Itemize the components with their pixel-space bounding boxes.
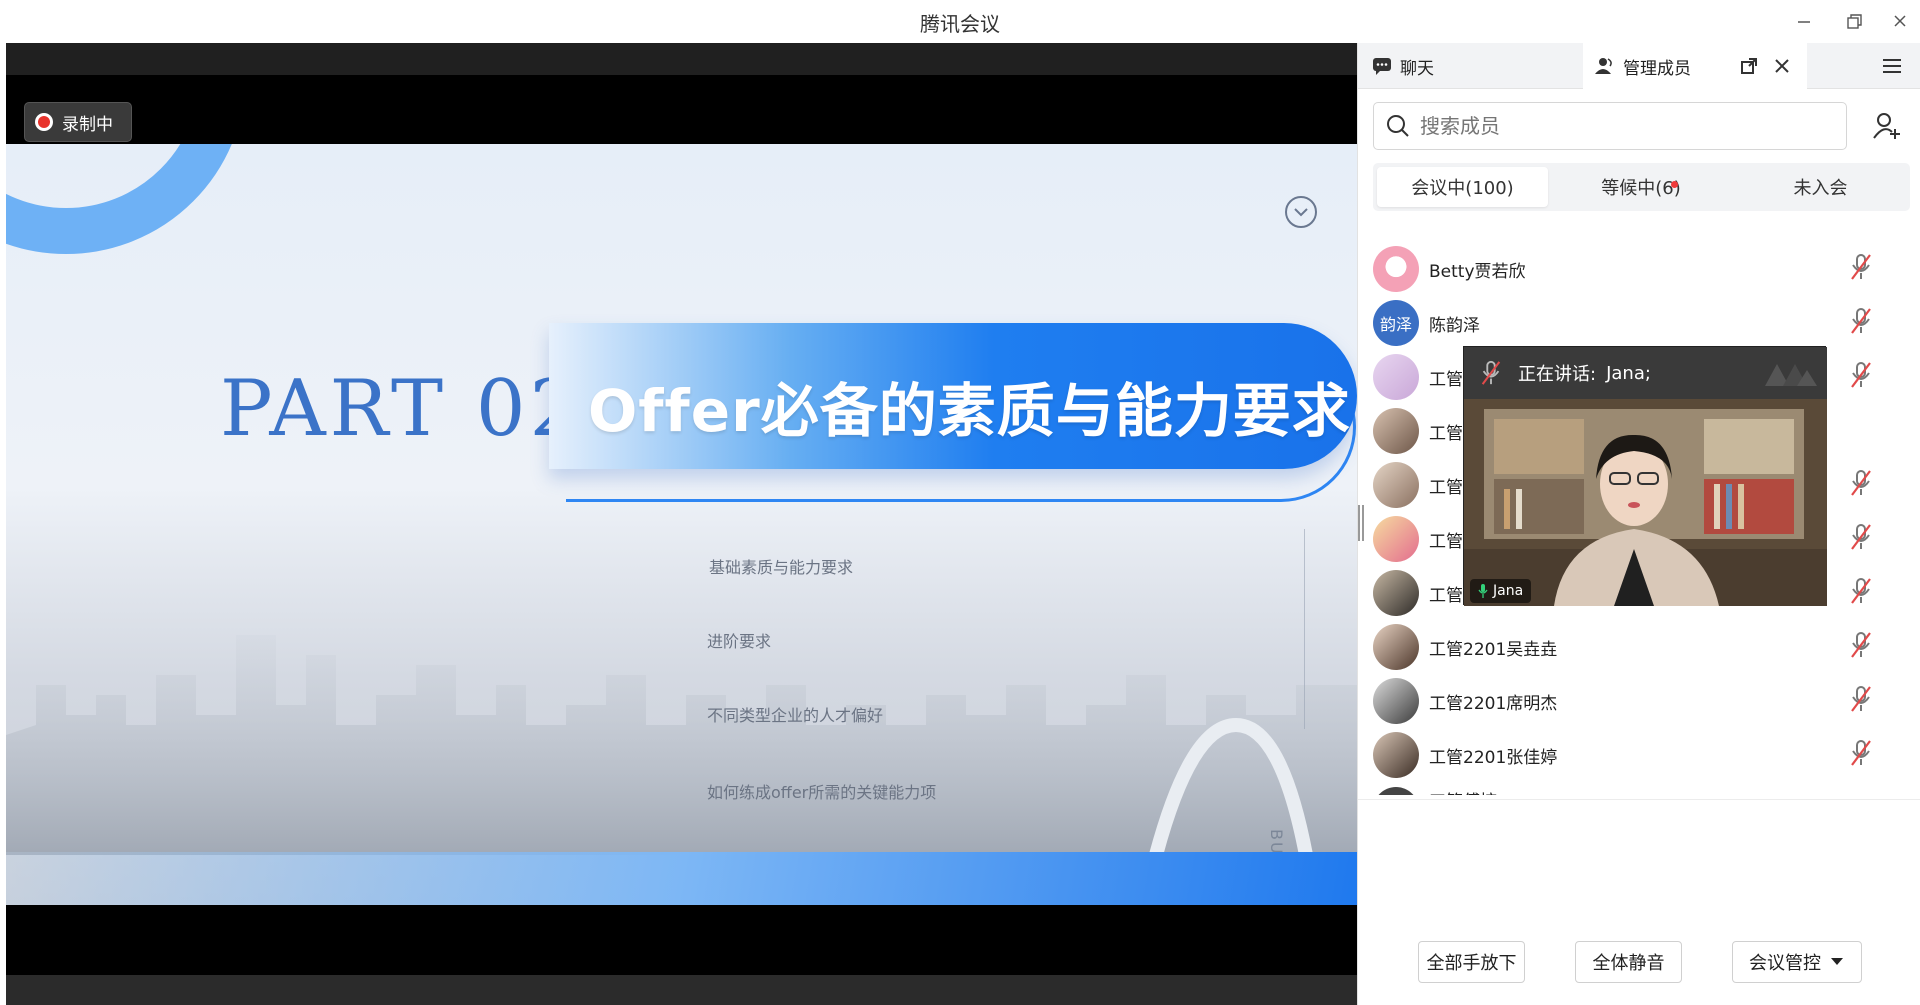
member-name: 工管 (1429, 424, 1463, 444)
title-bar: 腾讯会议 (0, 0, 1920, 43)
member-name: 工管 (1429, 478, 1463, 498)
speaker-header: 正在讲话: Jana; (1464, 347, 1827, 399)
watermark-logo-icon (1765, 364, 1817, 386)
member-row[interactable]: 工管2201张佳婷 (1358, 725, 1920, 779)
speaker-video (1464, 399, 1827, 606)
tab-chat[interactable]: 聊天 (1366, 43, 1591, 89)
muted-mic-icon (1851, 632, 1871, 658)
avatar (1373, 570, 1419, 616)
close-panel-icon[interactable] (1766, 51, 1798, 81)
avatar (1373, 678, 1419, 724)
tab-waiting[interactable]: 等候中(6) (1551, 167, 1731, 207)
waiting-notification-dot (1671, 181, 1678, 188)
member-status-tabs: 会议中(100) 等候中(6) 未入会 (1373, 163, 1910, 211)
avatar (1373, 787, 1419, 795)
active-speaker-window[interactable]: 正在讲话: Jana; Jana (1463, 346, 1827, 606)
slide-footer-band (6, 852, 1357, 905)
decorative-arc (6, 144, 246, 254)
letterbox-bottom (6, 905, 1357, 975)
meeting-control-label: 会议管控 (1749, 953, 1821, 974)
search-input[interactable] (1420, 114, 1840, 138)
recording-label: 录制中 (62, 114, 113, 135)
muted-mic-icon (1481, 360, 1501, 385)
member-actions: 全部手放下 全体静音 会议管控 (1358, 941, 1920, 1005)
slide-title: Offer必备的素质与能力要求 (588, 377, 1351, 445)
window-title: 腾讯会议 (920, 12, 1000, 36)
search-icon (1387, 115, 1409, 137)
menu-icon[interactable] (1876, 51, 1908, 81)
close-button[interactable] (1884, 8, 1916, 34)
speaker-video-name: Jana (1493, 583, 1524, 599)
member-name: Betty贾若欣 (1429, 262, 1526, 282)
record-icon (35, 113, 53, 131)
slide-item: 进阶要求 (707, 632, 772, 651)
avatar (1373, 462, 1419, 508)
city-skyline-image (6, 635, 1357, 855)
muted-mic-icon (1851, 254, 1871, 280)
avatar (1373, 246, 1419, 292)
speaking-label: 正在讲话: (1518, 364, 1597, 385)
chevron-down-icon (1285, 196, 1317, 228)
avatar (1373, 408, 1419, 454)
avatar (1373, 732, 1419, 778)
speaker-name-tag: Jana (1470, 579, 1532, 603)
avatar (1373, 516, 1419, 562)
member-list-clip: 工管傅控 (1358, 779, 1920, 795)
muted-mic-icon (1851, 470, 1871, 496)
recording-indicator[interactable]: 录制中 (24, 102, 132, 142)
member-name: 陈韵泽 (1429, 316, 1480, 336)
tab-members-label: 管理成员 (1623, 58, 1691, 79)
member-row[interactable]: 工管傅控 (1358, 779, 1920, 795)
muted-mic-icon (1851, 524, 1871, 550)
caret-down-icon (1831, 958, 1843, 965)
lower-all-hands-button[interactable]: 全部手放下 (1418, 941, 1525, 983)
muted-mic-icon (1851, 308, 1871, 334)
avatar (1373, 624, 1419, 670)
popout-icon[interactable] (1733, 51, 1765, 81)
shared-screen-area[interactable]: 录制中 PART 02 Offer必备的素质与能力要求 基础素质与能力要求 进阶… (6, 43, 1357, 1005)
slide-item: 如何练成offer所需的关键能力项 (707, 783, 937, 802)
slide-item: 基础素质与能力要求 (709, 558, 854, 577)
muted-mic-icon (1851, 362, 1871, 388)
restore-button[interactable] (1838, 8, 1870, 34)
panel-tab-bar: 聊天 管理成员 (1358, 43, 1920, 89)
speaking-name: Jana; (1606, 362, 1651, 384)
member-row[interactable]: 工管2201席明杰 (1358, 671, 1920, 725)
member-name: 工管2201席明杰 (1429, 694, 1558, 714)
slide-divider (1304, 529, 1305, 729)
avatar: 韵泽 (1373, 300, 1419, 346)
avatar (1373, 354, 1419, 400)
member-name: 工管 (1429, 532, 1463, 552)
panel-resize-handle[interactable] (1358, 505, 1364, 541)
member-row[interactable]: Betty贾若欣 (1358, 239, 1920, 293)
member-name: 工管2201吴垚垚 (1429, 640, 1558, 660)
tab-not-joined[interactable]: 未入会 (1735, 167, 1906, 207)
tab-in-meeting[interactable]: 会议中(100) (1377, 167, 1548, 207)
panel-footer (1358, 799, 1920, 941)
mute-all-button[interactable]: 全体静音 (1575, 941, 1682, 983)
minimize-button[interactable] (1788, 8, 1820, 34)
chat-icon (1373, 58, 1391, 75)
member-name: 工管傅控 (1429, 787, 1497, 795)
member-search[interactable] (1373, 102, 1847, 150)
muted-mic-icon (1851, 578, 1871, 604)
presentation-slide: PART 02 Offer必备的素质与能力要求 基础素质与能力要求 进阶要求 不… (6, 144, 1357, 905)
slide-item: 不同类型企业的人才偏好 (707, 706, 884, 725)
mic-icon (1478, 584, 1488, 598)
muted-mic-icon (1851, 686, 1871, 712)
member-row[interactable]: 韵泽 陈韵泽 (1358, 293, 1920, 347)
muted-mic-icon (1851, 740, 1871, 766)
stage-top-strip (6, 43, 1357, 75)
speaker-video-frame (1464, 399, 1827, 606)
tab-chat-label: 聊天 (1400, 58, 1434, 79)
invite-member-icon[interactable] (1863, 102, 1911, 150)
meeting-control-button[interactable]: 会议管控 (1732, 941, 1862, 983)
member-name: 工管 (1429, 370, 1463, 390)
members-icon (1595, 58, 1612, 74)
member-row[interactable]: 工管2201吴垚垚 (1358, 617, 1920, 671)
member-name: 工管2201张佳婷 (1429, 748, 1558, 768)
slide-part-label: PART 02 (220, 364, 584, 454)
